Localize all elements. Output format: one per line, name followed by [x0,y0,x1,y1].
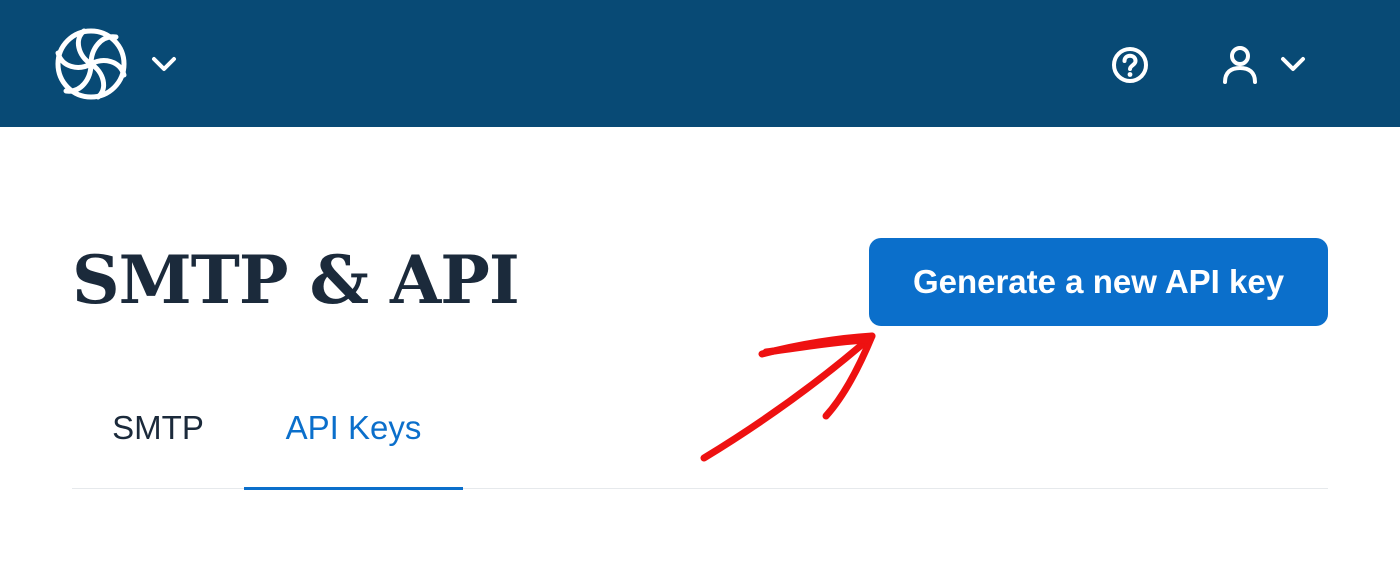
page-title: SMTP & API [72,241,520,319]
top-navigation-bar [0,0,1400,127]
chevron-down-icon [1281,57,1305,71]
help-circle-icon[interactable] [1110,45,1150,85]
tab-api-keys[interactable]: API Keys [244,390,463,490]
tab-smtp[interactable]: SMTP [72,390,244,490]
red-arrow-annotation [700,332,876,462]
brand-swirl-logo-icon[interactable] [54,27,128,101]
active-tab-indicator [244,487,463,490]
chevron-down-icon[interactable] [150,52,178,76]
generate-api-key-button[interactable]: Generate a new API key [869,238,1328,326]
user-icon [1223,46,1257,84]
account-menu-button[interactable] [1216,40,1312,90]
